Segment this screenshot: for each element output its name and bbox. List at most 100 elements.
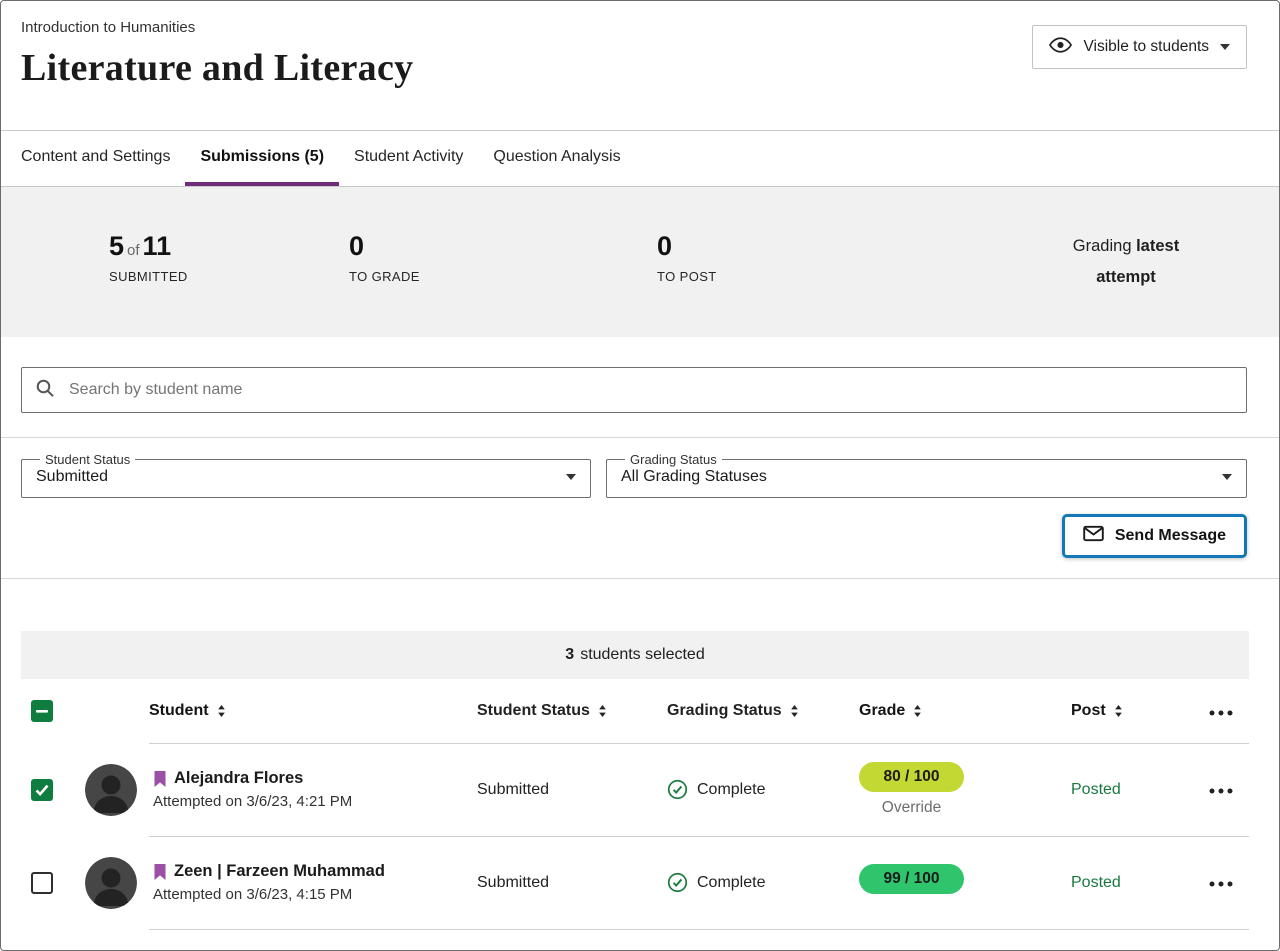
stat-to-grade: 0 TO GRADE [349,231,657,284]
column-label: Student [149,702,209,720]
tab-student-activity[interactable]: Student Activity [339,131,478,186]
table-row: Alejandra Flores Attempted on 3/6/23, 4:… [21,743,1249,836]
submissions-page: Introduction to Humanities Literature an… [0,0,1280,951]
page-title: Literature and Literacy [21,46,413,90]
tab-content-and-settings[interactable]: Content and Settings [6,131,185,186]
grading-mode-text: Grading latest attempt [1051,231,1201,292]
to-post-count: 0 [657,231,1051,262]
to-post-label: TO POST [657,269,1051,284]
student-info: Zeen | Farzeen Muhammad Attempted on 3/6… [153,862,385,903]
select-all-checkbox[interactable] [31,700,53,722]
submitted-of: of [124,242,143,259]
submissions-table: 3 students selected Student Student Stat… [1,631,1279,930]
selected-suffix: students selected [580,646,705,664]
visibility-dropdown-button[interactable]: Visible to students [1032,25,1247,69]
chevron-down-icon [1222,474,1232,480]
to-grade-label: TO GRADE [349,269,657,284]
grade-override-note: Override [859,799,964,817]
eye-icon [1049,37,1072,58]
complete-check-icon [667,872,688,893]
student-status-cell: Submitted [477,781,667,799]
breadcrumb-course-name: Introduction to Humanities [21,19,413,36]
search-input[interactable] [67,380,1233,400]
indeterminate-minus-icon [36,710,48,713]
grading-status-cell: Complete [667,872,859,893]
column-header-post[interactable]: Post [1071,702,1125,720]
sort-icon [215,704,228,718]
grade-cell: 80 / 100 Override [859,762,1071,817]
sort-icon [596,704,609,718]
stat-to-post: 0 TO POST [657,231,1051,284]
selected-students-banner: 3 students selected [21,631,1249,679]
send-message-row: Send Message [21,514,1247,558]
search-box [21,367,1247,413]
tab-question-analysis[interactable]: Question Analysis [478,131,635,186]
grading-status-label: Grading Status [625,452,722,467]
page-header: Introduction to Humanities Literature an… [1,1,1279,131]
student-status-select[interactable]: Student Status Submitted [21,452,591,498]
column-header-grading-status[interactable]: Grading Status [667,702,801,720]
ellipsis-icon [1209,788,1233,794]
accommodation-flag-icon [153,770,167,788]
grading-status-value: All Grading Statuses [621,468,767,486]
ellipsis-icon [1209,710,1233,716]
sort-icon [911,704,924,718]
column-label: Grade [859,702,905,720]
student-avatar [85,857,137,909]
column-label: Grading Status [667,702,782,720]
grade-cell: 99 / 100 [859,864,1071,901]
filters-row: Student Status Submitted Grading Status … [21,452,1247,498]
table-options-menu-button[interactable] [1203,698,1239,725]
to-grade-count: 0 [349,231,657,262]
chevron-down-icon [1220,44,1230,50]
sort-icon [788,704,801,718]
student-name-link[interactable]: Zeen | Farzeen Muhammad [174,862,385,881]
grading-status-cell: Complete [667,779,859,800]
grade-pill[interactable]: 80 / 100 [859,762,964,792]
sort-icon [1112,704,1125,718]
grading-prefix: Grading [1073,237,1132,255]
search-section [1,337,1279,438]
stats-band: 5of11 SUBMITTED 0 TO GRADE 0 TO POST Gra… [1,187,1279,337]
attempt-timestamp: Attempted on 3/6/23, 4:15 PM [153,886,385,903]
student-info: Alejandra Flores Attempted on 3/6/23, 4:… [153,769,352,810]
send-message-button[interactable]: Send Message [1062,514,1247,558]
visibility-label: Visible to students [1083,38,1209,56]
column-header-student[interactable]: Student [149,702,228,720]
submitted-total: 11 [143,231,172,261]
check-icon [35,784,49,796]
submitted-count: 5 [109,231,124,261]
accommodation-flag-icon [153,863,167,881]
student-status-label: Student Status [40,452,135,467]
column-label: Student Status [477,702,590,720]
post-status-link[interactable]: Posted [1071,874,1121,891]
filters-section: Student Status Submitted Grading Status … [1,438,1279,579]
tab-submissions[interactable]: Submissions (5) [185,131,339,186]
grade-pill[interactable]: 99 / 100 [859,864,964,894]
column-label: Post [1071,702,1106,720]
grading-status-label: Complete [697,874,765,892]
complete-check-icon [667,779,688,800]
student-avatar [85,764,137,816]
ellipsis-icon [1209,881,1233,887]
column-header-grade[interactable]: Grade [859,702,924,720]
search-icon [35,378,55,403]
table-bottom-divider [149,929,1249,930]
post-status-link[interactable]: Posted [1071,781,1121,798]
envelope-icon [1083,525,1104,547]
student-status-cell: Submitted [477,874,667,892]
row-options-menu-button[interactable] [1203,776,1239,803]
grading-status-select[interactable]: Grading Status All Grading Statuses [606,452,1247,498]
row-checkbox-unchecked[interactable] [31,872,53,894]
stat-submitted: 5of11 SUBMITTED [109,231,349,284]
row-checkbox-checked[interactable] [31,779,53,801]
student-status-value: Submitted [36,468,108,486]
row-options-menu-button[interactable] [1203,869,1239,896]
submitted-label: SUBMITTED [109,269,349,284]
student-name-link[interactable]: Alejandra Flores [174,769,303,788]
selected-count: 3 [565,646,574,664]
column-header-student-status[interactable]: Student Status [477,702,609,720]
grading-status-label: Complete [697,781,765,799]
table-row: Zeen | Farzeen Muhammad Attempted on 3/6… [21,836,1249,929]
title-block: Introduction to Humanities Literature an… [21,19,413,90]
